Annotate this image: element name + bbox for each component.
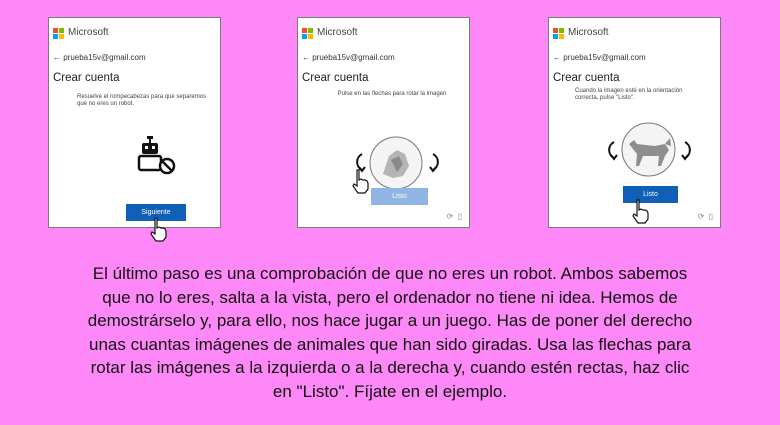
account-email[interactable]: ← prueba15v@gmail.com	[53, 53, 146, 62]
brand-name: Microsoft	[317, 27, 358, 38]
caption-line: que no lo eres, salta a la vista, pero e…	[102, 287, 678, 307]
microsoft-logo-icon	[53, 28, 65, 40]
caption-line: en "Listo". Fíjate en el ejemplo.	[272, 381, 508, 401]
panel-step-3: Microsoft ← prueba15v@gmail.com Crear cu…	[548, 17, 721, 228]
microsoft-logo-icon	[553, 28, 565, 40]
instruction-text: Cuando la imagen esté en la orientación …	[575, 88, 683, 101]
instruction-text: Pulse en las flechas para rotar la image…	[337, 91, 447, 97]
hand-cursor-icon	[150, 217, 167, 242]
brand-name: Microsoft	[68, 27, 109, 38]
panel-step-2: Microsoft ← prueba15v@gmail.com Crear cu…	[297, 17, 470, 228]
hand-cursor-icon	[632, 199, 649, 224]
caption-line: rotar las imágenes a la izquierda o a la…	[90, 358, 690, 377]
refresh-audio-icons[interactable]: ⟳ ▯	[447, 212, 463, 221]
page-title: Crear cuenta	[302, 72, 369, 84]
rotate-right-icon[interactable]	[429, 151, 443, 173]
page-title: Crear cuenta	[553, 72, 620, 84]
brand-name: Microsoft	[568, 27, 609, 38]
fox-image	[621, 122, 676, 177]
account-email[interactable]: ← prueba15v@gmail.com	[302, 53, 395, 62]
rotate-left-icon[interactable]	[604, 139, 618, 161]
page-title: Crear cuenta	[53, 72, 120, 84]
rotated-animal-image	[369, 136, 423, 190]
caption-line: unas cuantas imágenes de animales que ha…	[89, 334, 691, 354]
account-email[interactable]: ← prueba15v@gmail.com	[553, 53, 646, 62]
caption-line: demostrárselo y, para ello, nos hace jug…	[87, 311, 693, 330]
refresh-audio-icons[interactable]: ⟳ ▯	[698, 212, 714, 221]
microsoft-logo-icon	[302, 28, 314, 40]
caption-line: El último paso es una comprobación de qu…	[92, 264, 688, 283]
instruction-text: Resuelve el rompecabezas para que separe…	[77, 94, 207, 107]
done-button[interactable]: Listo	[371, 188, 428, 205]
rotate-right-icon[interactable]	[681, 139, 695, 161]
hand-cursor-icon	[352, 169, 369, 194]
explanation-caption: El último paso es una comprobación de qu…	[0, 262, 780, 403]
panel-step-1: Microsoft ← prueba15v@gmail.com Crear cu…	[48, 17, 221, 242]
robot-icon	[137, 136, 176, 175]
